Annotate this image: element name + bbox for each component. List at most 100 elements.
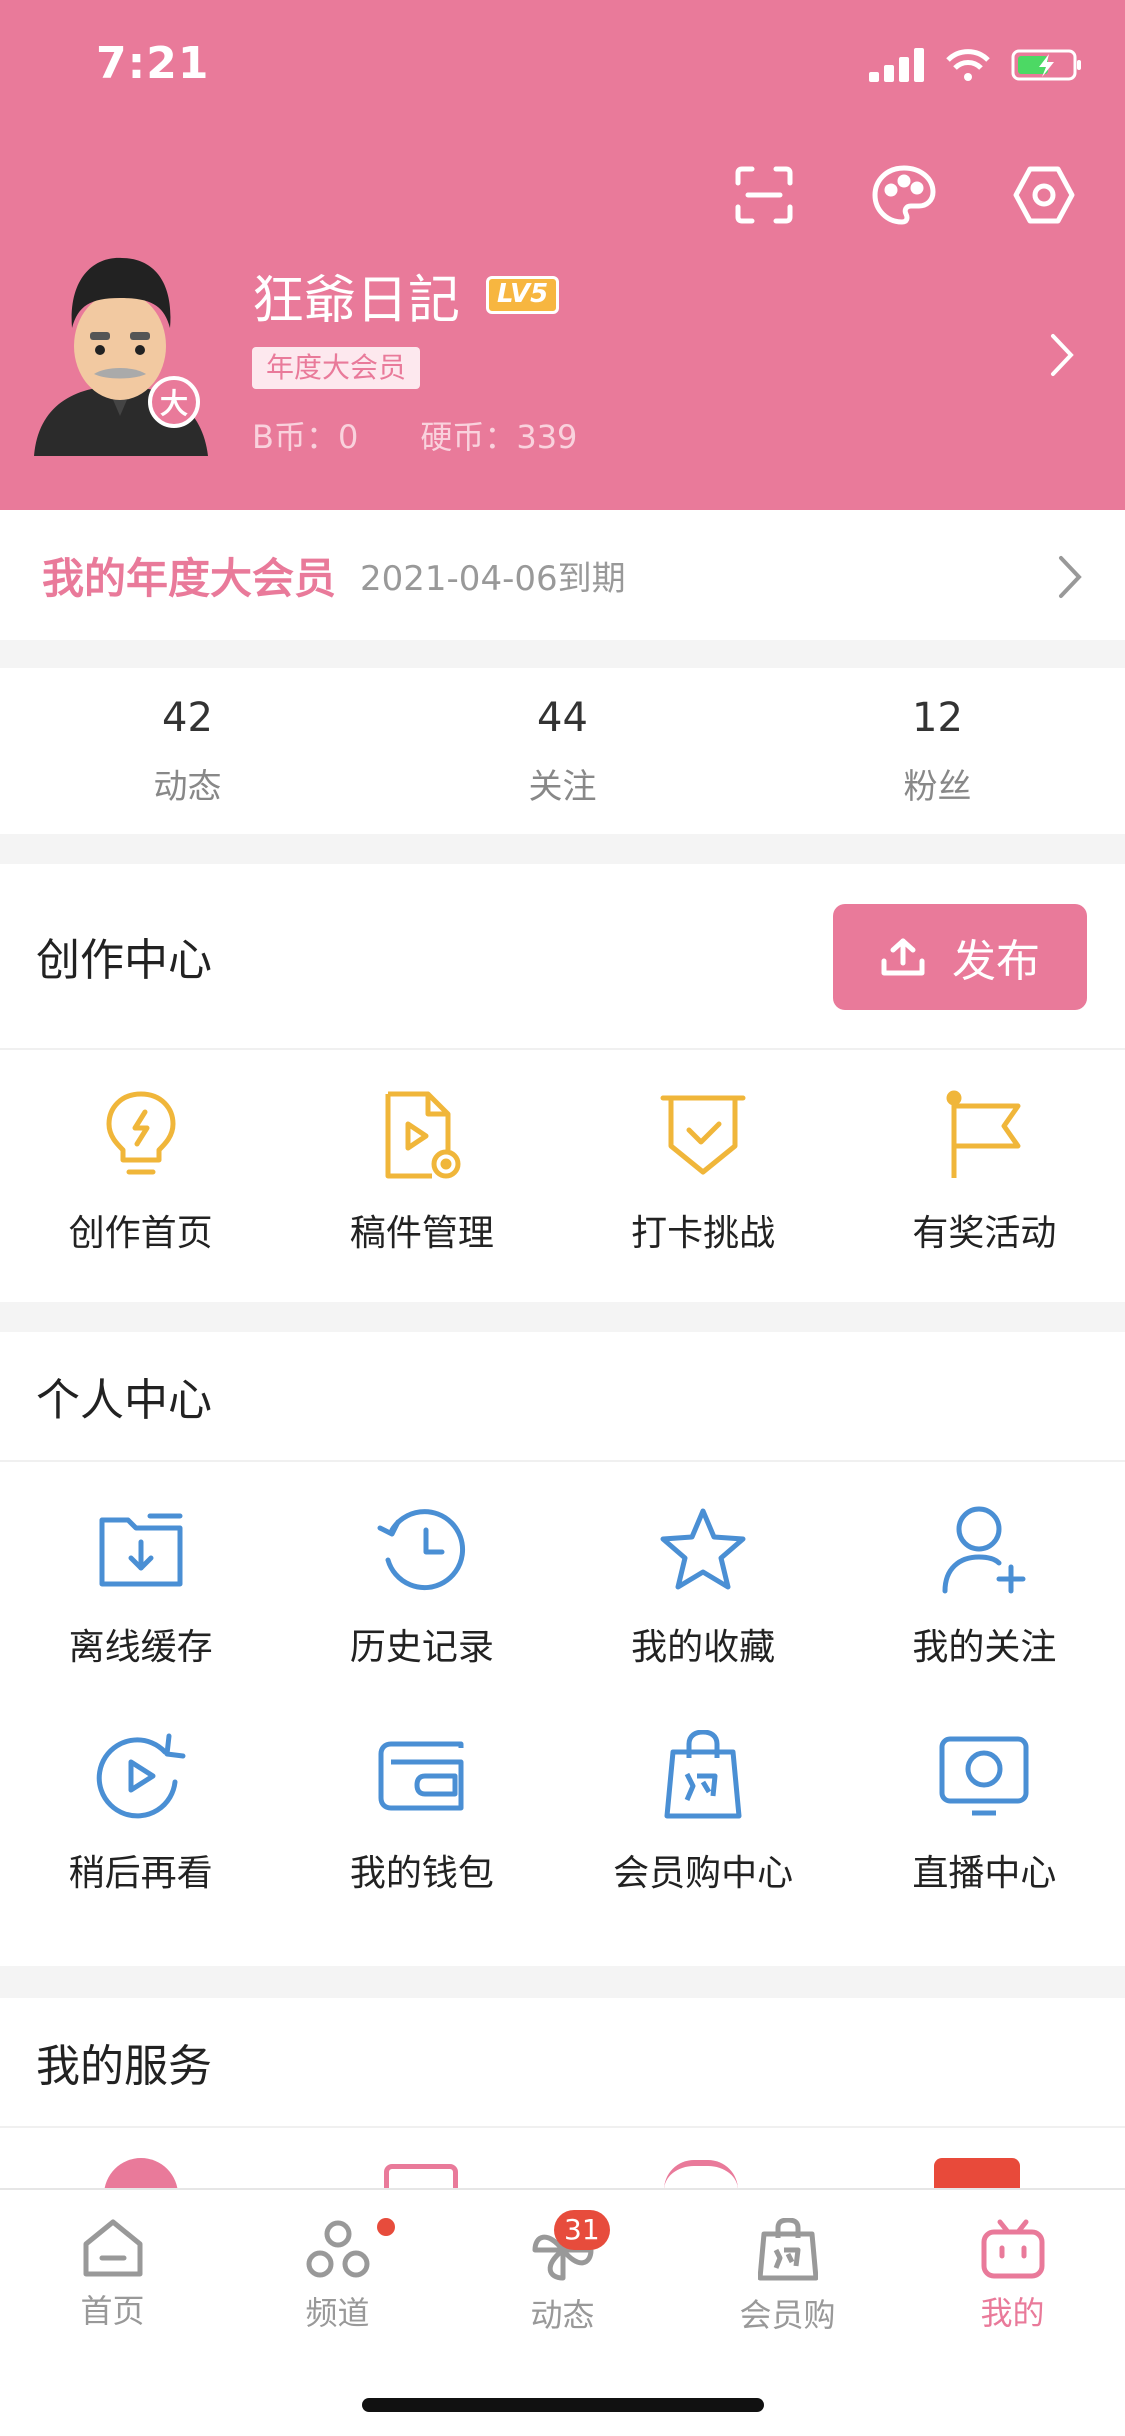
vip-expire-date: 2021-04-06到期 [360,558,626,599]
stat-label: 关注 [528,766,597,807]
wifi-icon [946,49,990,81]
personal-header: 个人中心 [0,1332,1125,1462]
member-shop-center[interactable]: 会员购中心 [563,1728,844,1896]
grid-label: 我的关注 [912,1627,1057,1668]
stat-value: 44 [537,694,588,741]
services-header: 我的服务 [0,1998,1125,2128]
stat-label: 动态 [153,766,222,807]
watch-later[interactable]: 稍后再看 [0,1728,281,1896]
add-user-icon [942,1506,1026,1594]
tv-icon [981,2219,1044,2279]
section-title: 创作中心 [36,935,212,986]
status-time: 7:21 [96,38,210,89]
section-title: 我的服务 [36,2041,212,2092]
checkin-challenge[interactable]: 打卡挑战 [563,1088,844,1256]
level-badge: LV5 [486,276,560,314]
my-services: 我的服务 [0,1998,1125,2232]
scan-button[interactable] [729,160,799,230]
stat-value: 42 [162,694,213,741]
battery-icon [1011,49,1081,81]
section-title: 个人中心 [36,1375,212,1426]
nav-label: 动态 [530,2296,595,2334]
chevron-right-icon[interactable] [1047,330,1077,380]
nav-label: 频道 [305,2294,370,2332]
nav-label: 我的 [980,2294,1045,2332]
home-icon [83,2219,142,2277]
stat-fans[interactable]: 12 粉丝 [750,668,1125,834]
avatar-badge: 大 [148,376,200,428]
star-icon [660,1508,746,1590]
replay-icon [96,1733,186,1819]
nav-dynamics[interactable]: 31 动态 [450,2210,675,2340]
nav-label: 会员购 [739,2296,836,2334]
status-icons [869,48,1083,82]
app: 7:21 大 狂爺日記 LV5 年度大会员 B币：0 硬币：339 我的年度大会… [0,0,1125,2436]
vip-tag: 年度大会员 [252,347,421,389]
creation-grid: 创作首页 稿件管理 打卡挑战 有奖活动 [0,1050,1125,1256]
bcoin-balance: B币：0 [252,418,359,456]
scan-icon [735,166,793,224]
stat-following[interactable]: 44 关注 [375,668,750,834]
prize-events[interactable]: 有奖活动 [844,1088,1125,1256]
grid-label: 有奖活动 [912,1213,1057,1254]
download-folder-icon [99,1513,183,1587]
flag-icon [946,1090,1021,1178]
palette-icon [872,165,936,225]
shopping-bag-icon [757,2218,818,2281]
publish-label: 发布 [952,936,1040,987]
publish-button[interactable]: 发布 [833,904,1087,1010]
shopping-bag-icon [664,1730,742,1819]
nav-channel[interactable]: 频道 [225,2218,450,2340]
grid-label: 我的钱包 [349,1853,494,1894]
username[interactable]: 狂爺日記 [252,258,460,333]
history-icon [377,1509,465,1591]
creation-header: 创作中心 发布 [0,864,1125,1050]
nav-home[interactable]: 首页 [0,2218,225,2340]
nav-mine[interactable]: 我的 [900,2218,1125,2340]
stat-dynamics[interactable]: 42 动态 [0,668,375,834]
check-shield-icon [660,1095,746,1175]
bulb-icon [106,1091,176,1175]
settings-icon [1013,166,1075,224]
offline-cache[interactable]: 离线缓存 [0,1502,281,1670]
personal-grid: 离线缓存 历史记录 我的收藏 我的关注 稍后再看 我的钱包 会员购中心 直播中心 [0,1462,1125,1896]
grid-label: 打卡挑战 [631,1213,776,1254]
profile-header: 7:21 大 狂爺日記 LV5 年度大会员 B币：0 硬币：339 [0,0,1125,510]
grid-label: 我的收藏 [631,1627,776,1668]
wallet-icon [378,1741,464,1811]
wallet[interactable]: 我的钱包 [281,1728,562,1896]
chevron-right-icon [1059,556,1082,598]
header-actions [729,160,1079,230]
home-indicator[interactable] [362,2398,764,2412]
file-play-icon [385,1091,461,1179]
manuscript-management[interactable]: 稿件管理 [281,1088,562,1256]
coin-balance: 硬币：339 [420,418,578,456]
coin-balances: B币：0 硬币：339 [252,412,577,458]
grid-label: 会员购中心 [613,1853,794,1894]
live-center[interactable]: 直播中心 [844,1728,1125,1896]
notification-badge: 31 [554,2210,610,2250]
grid-label: 离线缓存 [68,1627,213,1668]
vip-membership-row[interactable]: 我的年度大会员 2021-04-06到期 [0,510,1125,640]
vip-title: 我的年度大会员 [42,553,337,603]
stats-bar: 42 动态 44 关注 12 粉丝 [0,668,1125,834]
theme-button[interactable] [869,160,939,230]
stat-label: 粉丝 [903,766,972,807]
nav-member-shop[interactable]: 会员购 [675,2218,900,2340]
grid-label: 创作首页 [68,1213,213,1254]
live-tv-icon [939,1736,1029,1816]
favorites[interactable]: 我的收藏 [563,1502,844,1670]
my-following[interactable]: 我的关注 [844,1502,1125,1670]
creation-home[interactable]: 创作首页 [0,1088,281,1256]
avatar[interactable] [24,246,216,456]
grid-label: 直播中心 [912,1853,1057,1894]
notification-dot [377,2218,395,2236]
stat-value: 12 [912,694,963,741]
creation-center: 创作中心 发布 创作首页 稿件管理 打卡挑战 有奖活动 [0,864,1125,1302]
channel-icon [306,2220,369,2278]
upload-icon [881,938,925,976]
history[interactable]: 历史记录 [281,1502,562,1670]
settings-button[interactable] [1009,160,1079,230]
grid-label: 历史记录 [349,1627,494,1668]
signal-icon [869,48,924,82]
